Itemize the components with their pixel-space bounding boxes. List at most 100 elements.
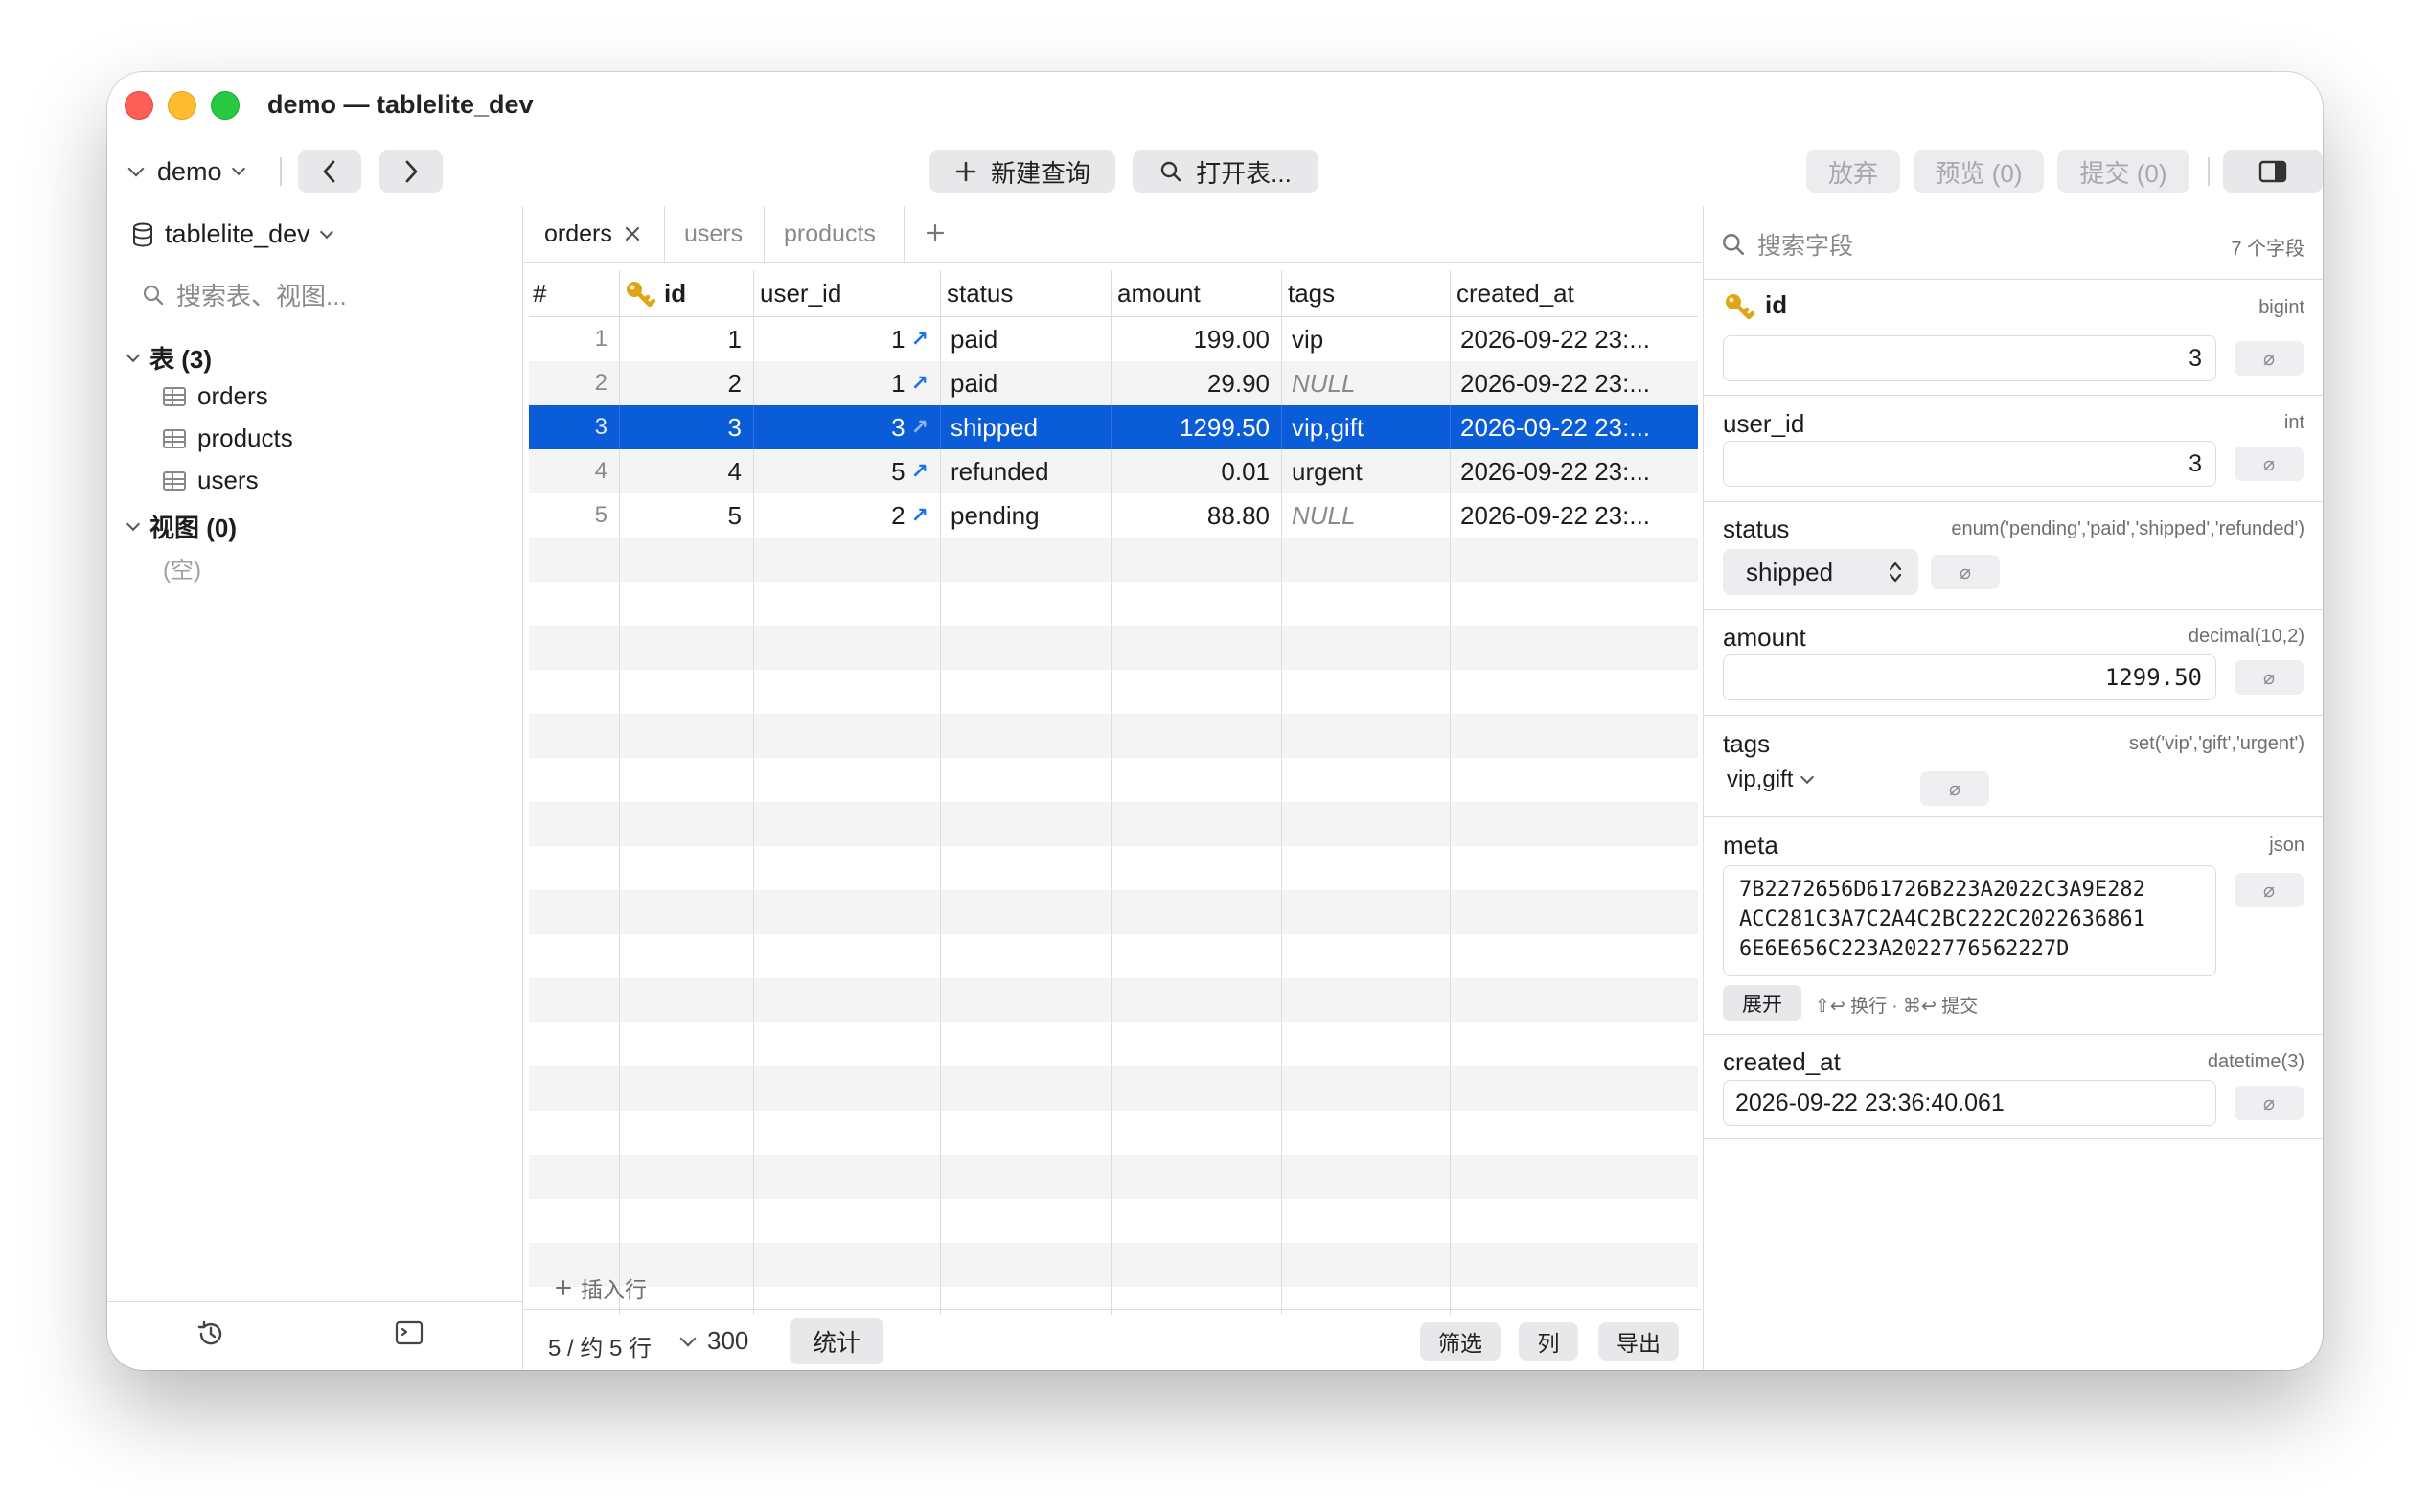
tab-orders[interactable]: orders xyxy=(523,206,665,262)
cell-tags[interactable]: vip,gift xyxy=(1282,405,1451,449)
field-input-amount[interactable]: 1299.50 xyxy=(1723,654,2216,700)
tab-products[interactable]: products xyxy=(765,206,905,262)
cell-tags[interactable]: vip xyxy=(1282,317,1451,361)
cell-status[interactable]: paid xyxy=(941,361,1112,405)
cell-amount[interactable]: 199.00 xyxy=(1112,317,1282,361)
tables-group-header[interactable]: 表 (3) xyxy=(126,340,212,376)
limit-selector[interactable]: 300 xyxy=(679,1326,748,1356)
sidebar-item-products[interactable]: products xyxy=(163,424,293,453)
field-input-id[interactable]: 3 xyxy=(1723,335,2216,381)
cell-status[interactable]: shipped xyxy=(941,405,1112,449)
open-table-button[interactable]: 打开表... xyxy=(1133,150,1318,193)
toggle-inspector-button[interactable] xyxy=(2223,150,2323,193)
close-icon[interactable] xyxy=(624,225,641,242)
table-row[interactable]: 1 1 1 ↗ paid 199.00 vip 2026-09-22 23:... xyxy=(529,317,1698,361)
console-button[interactable] xyxy=(395,1320,424,1350)
cell-num[interactable]: 4 xyxy=(529,449,620,493)
field-input-created-at[interactable]: 2026-09-22 23:36:40.061 xyxy=(1723,1080,2216,1126)
cell-tags[interactable]: urgent xyxy=(1282,449,1451,493)
columns-button[interactable]: 列 xyxy=(1519,1322,1578,1361)
column-header-tags[interactable]: tags xyxy=(1282,270,1451,316)
new-query-button[interactable]: 新建查询 xyxy=(929,150,1115,193)
cell-num[interactable]: 5 xyxy=(529,493,620,538)
column-header-status[interactable]: status xyxy=(941,270,1112,316)
set-null-button-id[interactable]: ⌀ xyxy=(2235,341,2304,376)
cell-user-id[interactable]: 3 ↗ xyxy=(754,405,941,449)
sidebar-search[interactable]: 搜索表、视图... xyxy=(142,277,347,312)
set-null-button-user-id[interactable]: ⌀ xyxy=(2235,447,2304,481)
cell-status[interactable]: pending xyxy=(941,493,1112,538)
cell-id[interactable]: 1 xyxy=(620,317,754,361)
table-row[interactable]: 4 4 5 ↗ refunded 0.01 urgent 2026-09-22 23:... xyxy=(529,449,1698,493)
insert-row-button[interactable]: 插入行 xyxy=(554,1271,647,1304)
set-null-button-amount[interactable]: ⌀ xyxy=(2235,660,2304,695)
back-button[interactable] xyxy=(298,150,361,193)
column-header-id[interactable]: id xyxy=(620,270,754,316)
new-tab-button[interactable] xyxy=(924,221,947,249)
cell-amount[interactable]: 1299.50 xyxy=(1112,405,1282,449)
cell-tags[interactable]: NULL xyxy=(1282,493,1451,538)
cell-created-at[interactable]: 2026-09-22 23:... xyxy=(1451,361,1698,405)
table-row[interactable]: 3 3 3 ↗ shipped 1299.50 vip,gift 2026-09-22 23:… xyxy=(529,405,1698,449)
database-selector[interactable]: tablelite_dev xyxy=(132,219,333,249)
foreign-key-link-icon[interactable]: ↗ xyxy=(911,459,928,484)
cell-amount[interactable]: 0.01 xyxy=(1112,449,1282,493)
commit-button[interactable]: 提交 (0) xyxy=(2057,150,2189,193)
tags-select[interactable]: vip,gift xyxy=(1727,767,1815,793)
forward-button[interactable] xyxy=(379,150,443,193)
cell-user-id[interactable]: 5 ↗ xyxy=(754,449,941,493)
status-select[interactable]: shipped xyxy=(1723,549,1918,595)
column-header-rownum[interactable]: # xyxy=(529,270,620,316)
cell-tags[interactable]: NULL xyxy=(1282,361,1451,405)
cell-amount[interactable]: 29.90 xyxy=(1112,361,1282,405)
tab-users[interactable]: users xyxy=(665,206,765,262)
table-row[interactable]: 5 5 2 ↗ pending 88.80 NULL 2026-09-22 23:... xyxy=(529,493,1698,538)
sidebar-item-users[interactable]: users xyxy=(163,466,259,495)
stats-button[interactable]: 统计 xyxy=(790,1318,883,1364)
cell-id[interactable]: 4 xyxy=(620,449,754,493)
field-input-user-id[interactable]: 3 xyxy=(1723,441,2216,487)
filter-button[interactable]: 筛选 xyxy=(1420,1322,1501,1361)
cell-num[interactable]: 2 xyxy=(529,361,620,405)
foreign-key-link-icon[interactable]: ↗ xyxy=(911,415,928,440)
cell-id[interactable]: 2 xyxy=(620,361,754,405)
cell-user-id[interactable]: 1 ↗ xyxy=(754,317,941,361)
cell-created-at[interactable]: 2026-09-22 23:... xyxy=(1451,317,1698,361)
meta-textarea[interactable]: 7B2272656D61726B223A2022C3A9E282 ACC281C… xyxy=(1723,865,2216,976)
column-header-amount[interactable]: amount xyxy=(1112,270,1282,316)
set-null-button-created-at[interactable]: ⌀ xyxy=(2235,1086,2304,1120)
export-button[interactable]: 导出 xyxy=(1598,1322,1679,1361)
cell-created-at[interactable]: 2026-09-22 23:... xyxy=(1451,405,1698,449)
cell-status[interactable]: paid xyxy=(941,317,1112,361)
preview-button[interactable]: 预览 (0) xyxy=(1914,150,2044,193)
zoom-window-button[interactable] xyxy=(211,91,240,120)
history-button[interactable] xyxy=(196,1319,225,1353)
cell-num[interactable]: 1 xyxy=(529,317,620,361)
set-null-button-status[interactable]: ⌀ xyxy=(1931,555,2000,589)
cell-amount[interactable]: 88.80 xyxy=(1112,493,1282,538)
set-null-button-meta[interactable]: ⌀ xyxy=(2235,873,2304,907)
column-header-created-at[interactable]: created_at xyxy=(1451,270,1698,316)
foreign-key-link-icon[interactable]: ↗ xyxy=(911,503,928,528)
foreign-key-link-icon[interactable]: ↗ xyxy=(911,371,928,396)
cell-user-id[interactable]: 1 ↗ xyxy=(754,361,941,405)
views-group-header[interactable]: 视图 (0) xyxy=(126,509,237,544)
column-header-user-id[interactable]: user_id xyxy=(754,270,941,316)
foreign-key-link-icon[interactable]: ↗ xyxy=(911,327,928,352)
expand-button[interactable]: 展开 xyxy=(1723,985,1801,1021)
cell-id[interactable]: 3 xyxy=(620,405,754,449)
discard-button[interactable]: 放弃 xyxy=(1806,150,1900,193)
field-search[interactable]: 搜索字段 xyxy=(1721,227,1853,262)
cell-num[interactable]: 3 xyxy=(529,405,620,449)
cell-user-id[interactable]: 2 ↗ xyxy=(754,493,941,538)
minimize-window-button[interactable] xyxy=(168,91,196,120)
cell-status[interactable]: refunded xyxy=(941,449,1112,493)
table-row[interactable]: 2 2 1 ↗ paid 29.90 NULL 2026-09-22 23:... xyxy=(529,361,1698,405)
cell-created-at[interactable]: 2026-09-22 23:... xyxy=(1451,449,1698,493)
sidebar-item-orders[interactable]: orders xyxy=(163,381,268,411)
connection-selector[interactable]: demo xyxy=(127,150,245,193)
cell-id[interactable]: 5 xyxy=(620,493,754,538)
close-window-button[interactable] xyxy=(125,91,153,120)
set-null-button-tags[interactable]: ⌀ xyxy=(1920,771,1989,806)
cell-created-at[interactable]: 2026-09-22 23:... xyxy=(1451,493,1698,538)
